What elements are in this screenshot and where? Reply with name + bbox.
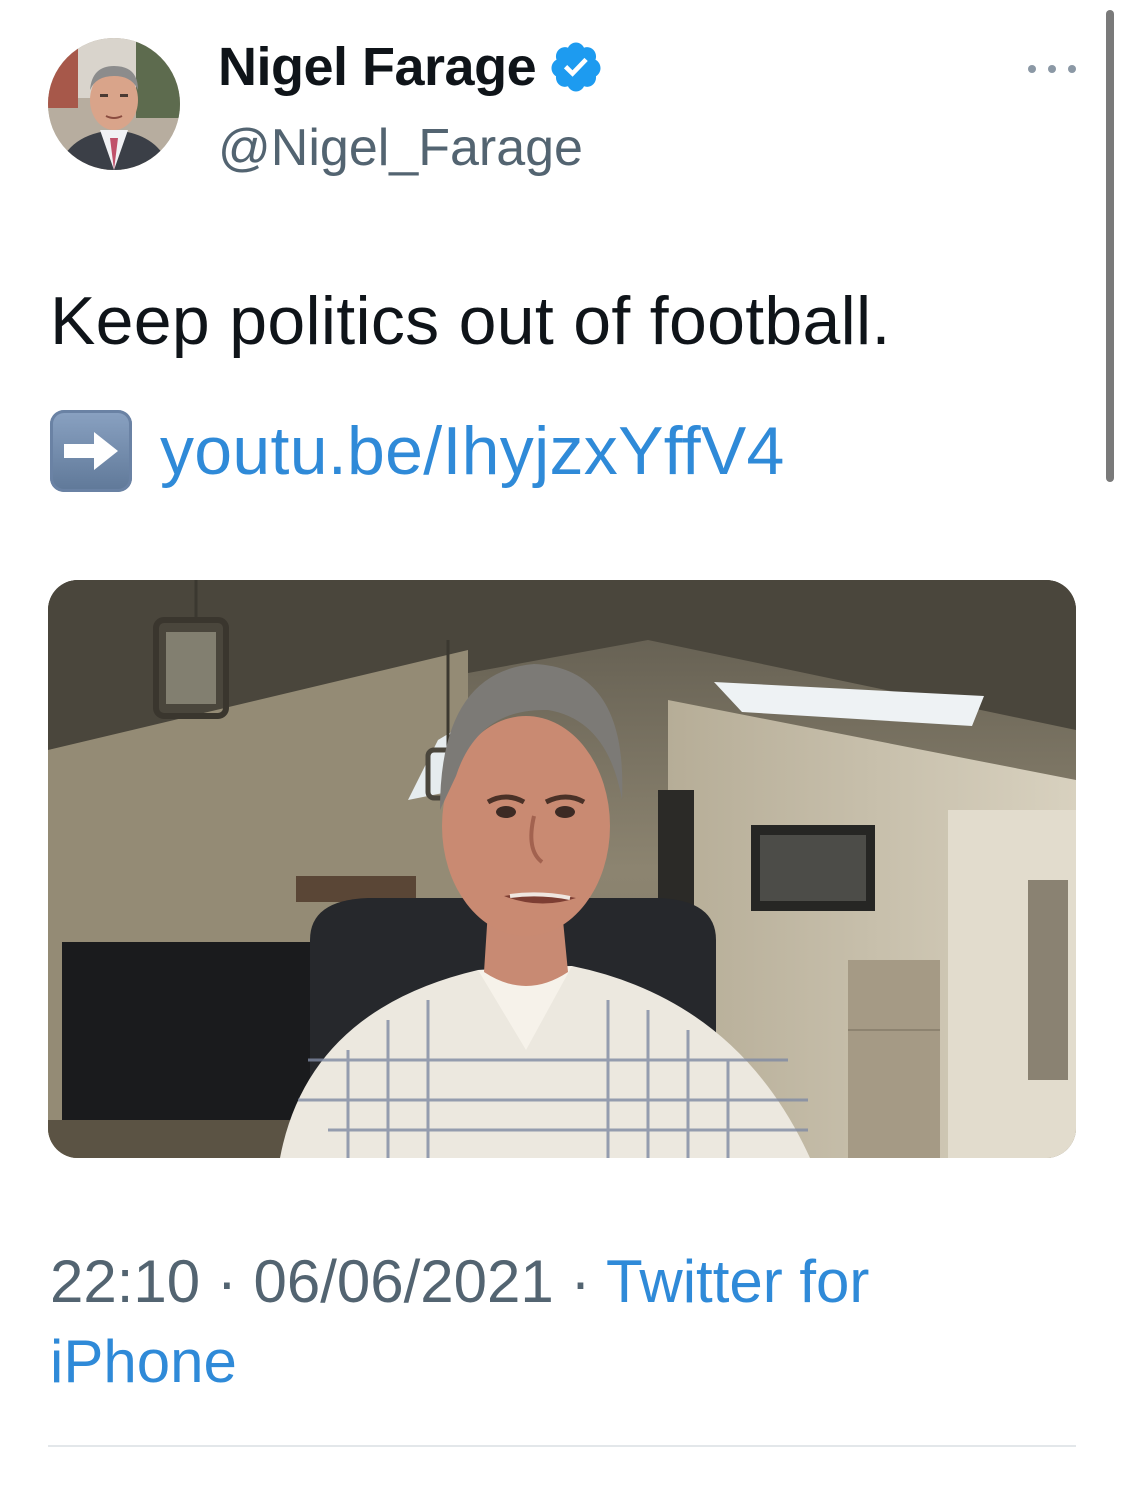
divider xyxy=(48,1445,1076,1447)
scrollbar-thumb[interactable] xyxy=(1106,10,1114,482)
author-name-text: Nigel Farage xyxy=(218,37,537,97)
author-avatar[interactable] xyxy=(48,38,180,170)
meta-separator: · xyxy=(570,1248,591,1315)
tweet-link-row: youtu.be/IhyjzxYffV4 xyxy=(50,410,785,492)
youtube-link[interactable]: youtu.be/IhyjzxYffV4 xyxy=(160,412,785,490)
tweet-detail: Nigel Farage @Nigel_Farage Keep politics… xyxy=(0,0,1125,1485)
meta-separator: · xyxy=(216,1248,237,1315)
video-frame-image xyxy=(48,580,1076,1158)
dot xyxy=(1028,65,1036,73)
more-options-icon[interactable] xyxy=(1028,56,1076,82)
tweet-meta: 22:10 · 06/06/2021 · Twitter for iPhone xyxy=(50,1242,1050,1402)
profile-photo xyxy=(48,38,180,170)
author-handle[interactable]: @Nigel_Farage xyxy=(218,118,583,178)
verified-badge-icon xyxy=(548,39,604,95)
dot xyxy=(1068,65,1076,73)
dot xyxy=(1048,65,1056,73)
tweet-date[interactable]: 06/06/2021 xyxy=(253,1248,553,1315)
tweet-text: Keep politics out of football. xyxy=(50,283,891,359)
video-thumbnail[interactable] xyxy=(48,580,1076,1158)
author-name[interactable]: Nigel Farage xyxy=(218,36,604,98)
right-arrow-emoji-icon xyxy=(50,410,132,492)
tweet-time[interactable]: 22:10 xyxy=(50,1248,200,1315)
